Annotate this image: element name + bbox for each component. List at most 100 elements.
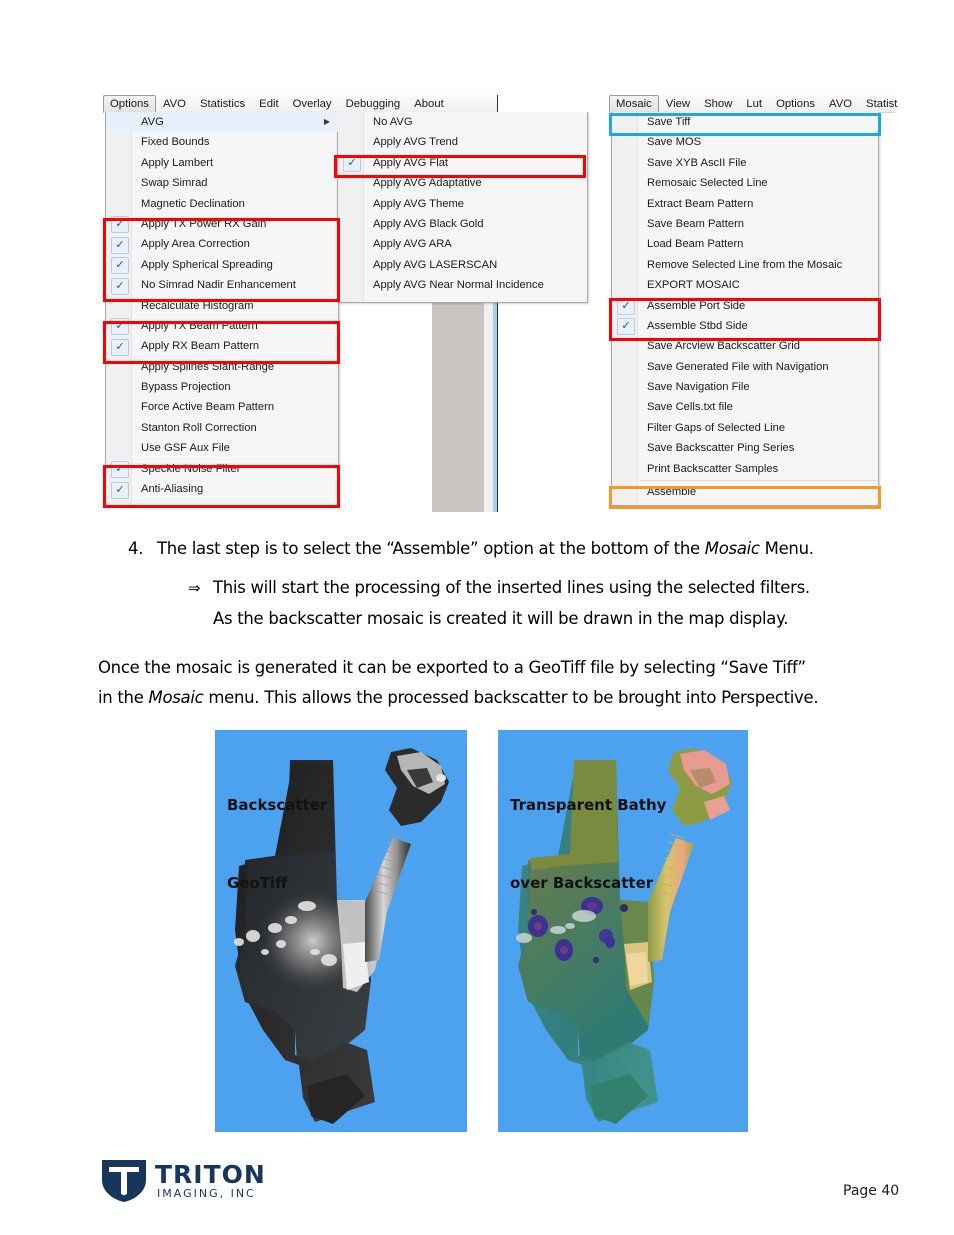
- options-menu-item-no-simrad-nadir-enhancement[interactable]: ✓ No Simrad Nadir Enhancement: [106, 275, 338, 295]
- app-background-panel: [432, 300, 484, 512]
- mosaic-menu-item-save-navigation-file[interactable]: Save Navigation File: [612, 377, 878, 397]
- menubar-item-avo[interactable]: AVO: [156, 95, 193, 112]
- avg-menu-item-apply-avg-adaptative[interactable]: Apply AVG Adaptative: [338, 173, 587, 193]
- options-menu-item-apply-spherical-spreading[interactable]: ✓ Apply Spherical Spreading: [106, 255, 338, 275]
- checkmark-icon: ✓: [111, 236, 129, 254]
- step-text-emphasis: Mosaic: [704, 539, 760, 558]
- options-menu-item-force-active-beam-pattern[interactable]: Force Active Beam Pattern: [106, 397, 338, 417]
- options-menu-item-label: Magnetic Declination: [141, 197, 245, 210]
- menubar-item-options[interactable]: Options: [769, 95, 822, 112]
- checkmark-icon: ✓: [111, 257, 129, 275]
- mosaic-menu-item-save-beam-pattern[interactable]: Save Beam Pattern: [612, 214, 878, 234]
- right-application-window: Mosaic View Show Lut Options AVO Statist: [609, 95, 897, 113]
- right-menubar[interactable]: Mosaic View Show Lut Options AVO Statist: [609, 95, 897, 113]
- options-menu-item-fixed-bounds[interactable]: Fixed Bounds: [106, 132, 338, 152]
- menubar-item-mosaic[interactable]: Mosaic: [609, 95, 659, 113]
- options-menu-item-apply-tx-power-rx-gain[interactable]: ✓ Apply TX Power RX Gain: [106, 214, 338, 234]
- avg-submenu[interactable]: No AVG Apply AVG Trend ✓ Apply AVG Flat Appl…: [337, 112, 588, 303]
- avg-menu-item-apply-avg-ara[interactable]: Apply AVG ARA: [338, 234, 587, 254]
- figure-2-caption-line-2: over Backscatter: [510, 874, 654, 892]
- mosaic-menu-item-save-xyb-ascii-file[interactable]: Save XYB AscII File: [612, 153, 878, 173]
- avg-menu-item-apply-avg-trend[interactable]: Apply AVG Trend: [338, 132, 587, 152]
- options-menu-item-apply-area-correction[interactable]: ✓ Apply Area Correction: [106, 234, 338, 254]
- options-menu-item-label: Speckle Noise Filter: [141, 462, 241, 475]
- mosaic-menu-item-assemble-stbd-side[interactable]: ✓ Assemble Stbd Side: [612, 316, 878, 336]
- menubar-item-overlay[interactable]: Overlay: [286, 95, 339, 112]
- menubar-item-lut[interactable]: Lut: [739, 95, 769, 112]
- menubar-item-view[interactable]: View: [659, 95, 697, 112]
- page-number: Page 40: [843, 1183, 900, 1199]
- top-blob-spot: [436, 774, 446, 782]
- avg-menu-item-apply-avg-theme[interactable]: Apply AVG Theme: [338, 194, 587, 214]
- menubar-item-show[interactable]: Show: [697, 95, 739, 112]
- options-dropdown[interactable]: AVG ▶ Fixed Bounds Apply Lambert Swap Simrad…: [105, 112, 339, 506]
- options-menu-item-stanton-roll-correction[interactable]: Stanton Roll Correction: [106, 418, 338, 438]
- options-menu-item-label: Apply RX Beam Pattern: [141, 340, 260, 353]
- mosaic-menu-item-assemble[interactable]: Assemble: [612, 482, 878, 502]
- checkmark-icon: ✓: [111, 461, 129, 479]
- options-menu-item-bypass-projection[interactable]: Bypass Projection: [106, 377, 338, 397]
- mosaic-menu-item-save-backscatter-ping-series[interactable]: Save Backscatter Ping Series: [612, 438, 878, 458]
- mosaic-menu-item-save-tiff[interactable]: Save Tiff: [612, 112, 878, 132]
- options-menu-item-label: Apply Splines Slant-Range: [141, 360, 275, 373]
- options-menu-item-recalculate-histogram[interactable]: Recalculate Histogram: [106, 296, 338, 316]
- menubar-item-about[interactable]: About: [407, 95, 451, 112]
- mosaic-menu-item-remove-selected-line-from-the-mosaic[interactable]: Remove Selected Line from the Mosaic: [612, 255, 878, 275]
- menubar-item-debugging[interactable]: Debugging: [339, 95, 408, 112]
- triton-logo: TRITON IMAGING, INC: [100, 1158, 330, 1204]
- mosaic-menu-item-load-beam-pattern[interactable]: Load Beam Pattern: [612, 234, 878, 254]
- mosaic-menu-item-save-arcview-backscatter-grid[interactable]: Save Arcview Backscatter Grid: [612, 336, 878, 356]
- options-menu-item-use-gsf-aux-file[interactable]: Use GSF Aux File: [106, 438, 338, 458]
- options-menu-item-label: Anti-Aliasing: [141, 483, 204, 496]
- checkmark-icon: ✓: [111, 338, 129, 356]
- options-menu-item-label: AVG: [141, 116, 164, 128]
- figure-backscatter-geotiff: Backscatter GeoTiff: [215, 730, 467, 1132]
- avg-menu-item-apply-avg-black-gold[interactable]: Apply AVG Black Gold: [338, 214, 587, 234]
- options-menu-item-label: Recalculate Histogram: [141, 299, 254, 312]
- mosaic-menu-item-save-cells-txt-file[interactable]: Save Cells.txt file: [612, 397, 878, 417]
- mosaic-menu-item-filter-gaps-of-selected-line[interactable]: Filter Gaps of Selected Line: [612, 418, 878, 438]
- left-menubar[interactable]: Options AVO Statistics Edit Overlay Debugging…: [103, 95, 497, 113]
- options-menu-item-swap-simrad[interactable]: Swap Simrad: [106, 173, 338, 193]
- avg-menu-item-apply-avg-near-normal-incidence[interactable]: Apply AVG Near Normal Incidence: [338, 275, 587, 295]
- options-menu-item-speckle-noise-filter[interactable]: ✓ Speckle Noise Filter: [106, 459, 338, 479]
- options-menu-item-apply-splines-slant-range[interactable]: Apply Splines Slant-Range: [106, 357, 338, 377]
- menubar-item-statist[interactable]: Statist: [859, 95, 904, 112]
- paragraph-line-2: in the Mosaic menu. This allows the proc…: [98, 683, 928, 713]
- options-menu-item-apply-tx-beam-pattern[interactable]: ✓ Apply TX Beam Pattern: [106, 316, 338, 336]
- options-menu-item-magnetic-declination[interactable]: Magnetic Declination: [106, 194, 338, 214]
- paragraph-part-a: in the: [98, 688, 149, 707]
- mosaic-menu-item-print-backscatter-samples[interactable]: Print Backscatter Samples: [612, 459, 878, 479]
- options-menu-item-apply-rx-beam-pattern[interactable]: ✓ Apply RX Beam Pattern: [106, 336, 338, 356]
- menubar-item-edit[interactable]: Edit: [252, 95, 285, 112]
- options-menu-item-avg[interactable]: AVG ▶: [106, 112, 338, 133]
- mosaic-menu-item-label: Assemble Port Side: [647, 299, 746, 312]
- mosaic-menu-item-assemble-port-side[interactable]: ✓ Assemble Port Side: [612, 296, 878, 316]
- options-menu-item-label: Stanton Roll Correction: [141, 421, 257, 434]
- mosaic-menu-item-extract-beam-pattern[interactable]: Extract Beam Pattern: [612, 194, 878, 214]
- menubar-item-avo[interactable]: AVO: [822, 95, 859, 112]
- mosaic-menu-item-remosaic-selected-line[interactable]: Remosaic Selected Line: [612, 173, 878, 193]
- mosaic-menu-item-label: Load Beam Pattern: [647, 238, 744, 251]
- avg-menu-item-no-avg[interactable]: No AVG: [338, 112, 587, 132]
- mosaic-menu-item-label: Save Tiff: [647, 116, 691, 128]
- checkmark-icon: ✓: [343, 155, 361, 173]
- mosaic-menu-item-save-mos[interactable]: Save MOS: [612, 132, 878, 152]
- checkmark-icon: ✓: [111, 216, 129, 234]
- mosaic-menu-item-label: Save Arcview Backscatter Grid: [647, 340, 800, 353]
- mosaic-menu-item-label: Save MOS: [647, 136, 702, 149]
- figure-2-caption: Transparent Bathy over Backscatter: [510, 740, 666, 948]
- options-menu-item-label: Bypass Projection: [141, 381, 231, 394]
- mosaic-menu-item-export-mosaic[interactable]: EXPORT MOSAIC: [612, 275, 878, 295]
- mosaic-menu-item-label: Assemble: [647, 486, 697, 499]
- avg-menu-item-apply-avg-laserscan[interactable]: Apply AVG LASERSCAN: [338, 255, 587, 275]
- mosaic-dropdown[interactable]: Save Tiff Save MOS Save XYB AscII File Remo…: [611, 112, 879, 506]
- avg-menu-item-label: Apply AVG Flat: [373, 156, 449, 169]
- menubar-item-options[interactable]: Options: [103, 95, 156, 113]
- avg-menu-item-apply-avg-flat[interactable]: ✓ Apply AVG Flat: [338, 153, 587, 173]
- options-menu-item-anti-aliasing[interactable]: ✓ Anti-Aliasing: [106, 479, 338, 499]
- mosaic-menu-item-save-generated-file-with-navigation[interactable]: Save Generated File with Navigation: [612, 357, 878, 377]
- options-menu-item-apply-lambert[interactable]: Apply Lambert: [106, 153, 338, 173]
- menubar-item-statistics[interactable]: Statistics: [193, 95, 252, 112]
- submenu-arrow-icon: ▶: [323, 117, 330, 126]
